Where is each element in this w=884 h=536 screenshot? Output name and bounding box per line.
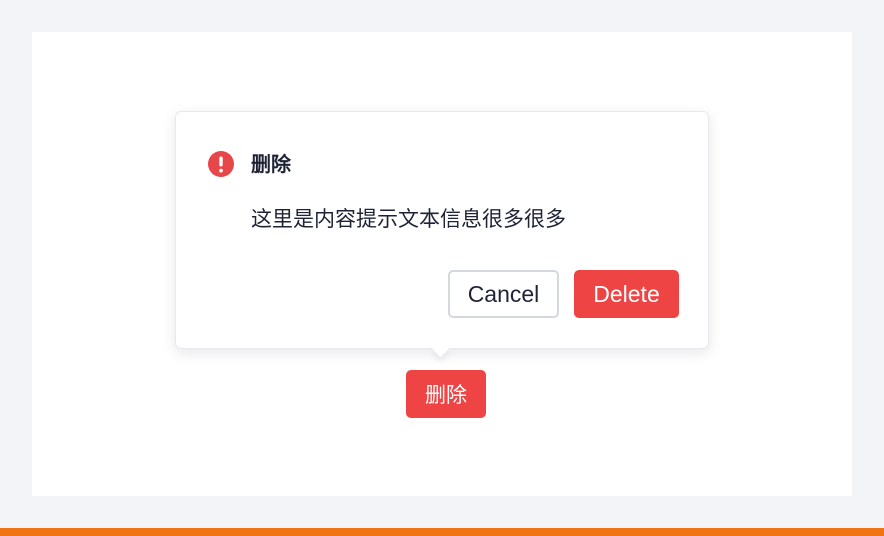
popconfirm-content: 这里是内容提示文本信息很多很多 (251, 207, 566, 231)
bottom-accent-bar (0, 528, 884, 536)
delete-button[interactable]: Delete (574, 270, 679, 318)
cancel-button[interactable]: Cancel (448, 270, 559, 318)
delete-trigger-button[interactable]: 删除 (406, 370, 486, 418)
popconfirm-dialog: 删除 这里是内容提示文本信息很多很多 Cancel Delete (175, 111, 709, 349)
popconfirm-title: 删除 (251, 152, 291, 176)
exclamation-circle-icon (208, 151, 234, 177)
